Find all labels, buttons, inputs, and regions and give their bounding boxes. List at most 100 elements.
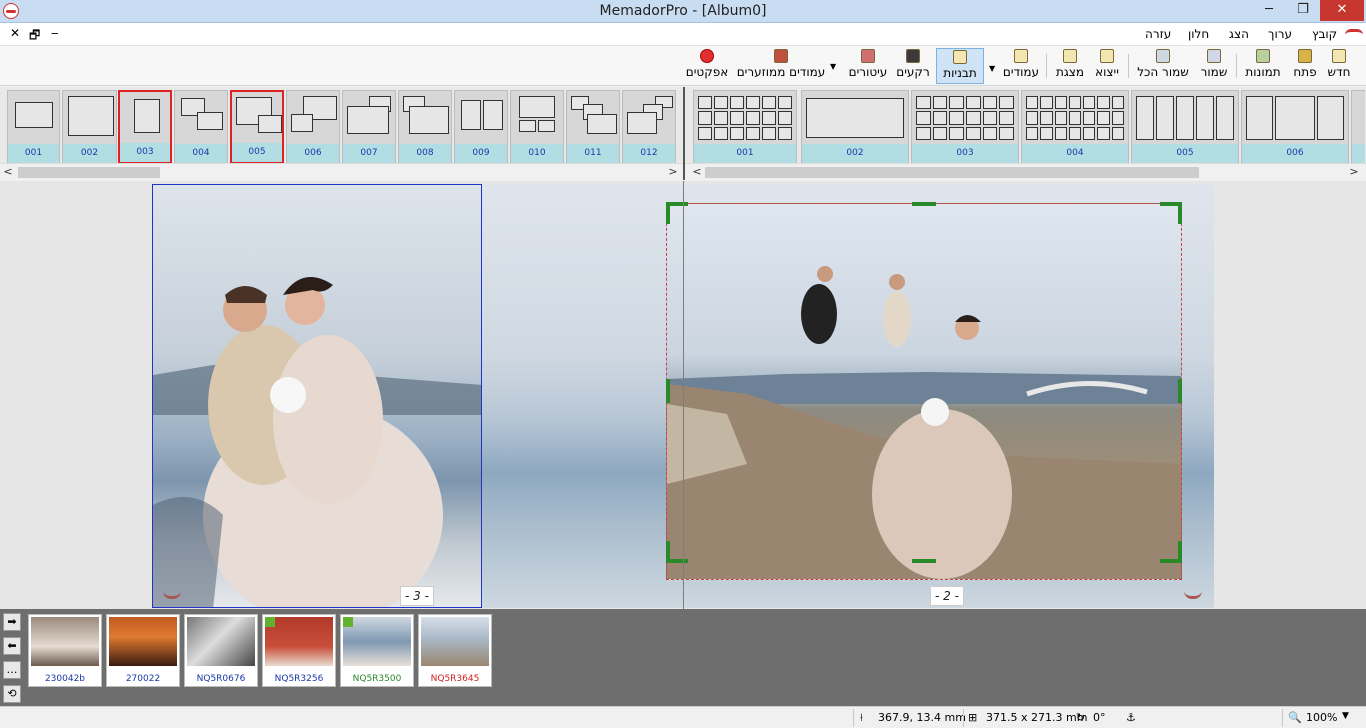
brand-logo-icon xyxy=(1345,29,1363,39)
save-button[interactable]: שמור xyxy=(1196,48,1232,84)
open-button[interactable]: פתח xyxy=(1290,48,1320,84)
page-template-partial[interactable] xyxy=(1351,90,1365,164)
suggested-pages-icon xyxy=(774,49,788,63)
pages-button[interactable]: עמודים xyxy=(1000,48,1042,84)
mdi-close-button[interactable]: ✕ xyxy=(10,26,20,40)
mdi-minimize-button[interactable]: ‒ xyxy=(51,26,59,40)
window-title: MemadorPro - [Album0] xyxy=(599,3,767,19)
export-icon xyxy=(1100,49,1114,63)
layout-tile-002[interactable]: 002 xyxy=(62,90,117,164)
decorations-button[interactable]: עיטורים xyxy=(846,48,890,84)
pages-scrollbar[interactable]: < > xyxy=(685,163,1366,180)
lock-icon: ⚓ xyxy=(1126,711,1136,724)
position-readout: 367.9, 13.4 mm xyxy=(878,711,966,724)
decorations-dropdown-arrow-icon[interactable]: ▼ xyxy=(830,62,836,71)
layout-tile-004[interactable]: 004 xyxy=(174,90,228,164)
photos-button[interactable]: תמונות xyxy=(1240,48,1286,84)
crop-handle[interactable] xyxy=(912,559,936,563)
position-icon: ⟊ xyxy=(860,711,863,724)
scroll-right-icon[interactable]: > xyxy=(665,164,681,180)
rotate-icon[interactable]: ⟲ xyxy=(3,685,21,703)
layout-tile-010[interactable]: 010 xyxy=(510,90,564,164)
crop-handle[interactable] xyxy=(1178,202,1182,224)
zoom-dropdown-icon[interactable]: ▼ xyxy=(1342,711,1349,721)
page-template-002[interactable]: 002 xyxy=(801,90,909,164)
scroll-left-icon[interactable]: < xyxy=(689,164,705,180)
left-page-number: - 3 - xyxy=(400,586,434,606)
crop-handle[interactable] xyxy=(912,202,936,206)
rotation-readout: 0° xyxy=(1093,711,1106,724)
left-page-photo[interactable] xyxy=(152,184,482,608)
photo-thumbnail[interactable]: 270022 xyxy=(106,614,180,687)
menu-view[interactable]: הצג xyxy=(1229,27,1249,41)
layout-tile-007[interactable]: 007 xyxy=(342,90,396,164)
status-separator xyxy=(853,709,854,727)
save-all-icon xyxy=(1156,49,1170,63)
layouts-scroll-thumb[interactable] xyxy=(18,167,160,178)
pages-dropdown-arrow-icon[interactable]: ▼ xyxy=(989,64,995,73)
mdi-restore-button[interactable]: 🗗 xyxy=(29,26,40,47)
photo-tray: ➡ ⬅ … ⟲ 230042b 270022 NQ5R0676 NQ5R3256… xyxy=(0,609,1366,706)
crop-handle[interactable] xyxy=(666,379,670,403)
effects-button[interactable]: אפקטים xyxy=(682,48,732,84)
crop-handle[interactable] xyxy=(666,541,670,563)
save-icon xyxy=(1207,49,1221,63)
layouts-scrollbar[interactable]: < > xyxy=(0,163,683,180)
suggested-pages-button[interactable]: עמודים ממוזערים xyxy=(736,48,826,84)
backgrounds-button[interactable]: רקעים xyxy=(894,48,932,84)
export-button[interactable]: ייצוא xyxy=(1092,48,1122,84)
used-badge-icon xyxy=(343,617,353,627)
menu-window[interactable]: חלון xyxy=(1188,27,1209,41)
close-button[interactable]: ✕ xyxy=(1320,0,1364,21)
pages-scroll-thumb[interactable] xyxy=(705,167,1199,178)
toolbar-separator xyxy=(1236,54,1237,78)
photo-thumbnail[interactable]: NQ5R3256 xyxy=(262,614,336,687)
next-arrow-icon[interactable]: ➡ xyxy=(3,613,21,631)
menu-file[interactable]: קובץ xyxy=(1312,27,1337,41)
pages-icon xyxy=(1014,49,1028,63)
layout-tile-003[interactable]: 003 xyxy=(118,90,172,164)
status-separator xyxy=(963,709,964,727)
crop-handle[interactable] xyxy=(1178,379,1182,403)
maximize-button[interactable]: ❐ xyxy=(1286,0,1320,21)
new-button[interactable]: חדש xyxy=(1325,48,1353,84)
menu-bar: ✕ 🗗 ‒ קובץ ערוך הצג חלון עזרה xyxy=(0,23,1366,46)
layout-tile-006[interactable]: 006 xyxy=(286,90,340,164)
layout-tile-005[interactable]: 005 xyxy=(230,90,284,164)
page-template-004[interactable]: 004 xyxy=(1021,90,1129,164)
right-page-photo[interactable] xyxy=(666,203,1182,580)
crop-handle[interactable] xyxy=(1178,541,1182,563)
layout-tile-008[interactable]: 008 xyxy=(398,90,452,164)
minimize-button[interactable]: ─ xyxy=(1252,0,1286,21)
photo-thumbnail[interactable]: NQ5R3500 xyxy=(340,614,414,687)
size-readout: 371.5 x 271.3 mm xyxy=(986,711,1088,724)
crop-handle[interactable] xyxy=(666,202,670,224)
photo-thumbnail[interactable]: NQ5R3645 xyxy=(418,614,492,687)
scroll-right-icon[interactable]: > xyxy=(1346,164,1362,180)
page-template-001[interactable]: 001 xyxy=(693,90,797,164)
layout-tile-001[interactable]: 001 xyxy=(7,90,60,164)
photo-thumbnail[interactable]: NQ5R0676 xyxy=(184,614,258,687)
more-icon[interactable]: … xyxy=(3,661,21,679)
layout-tile-011[interactable]: 011 xyxy=(566,90,620,164)
scroll-left-icon[interactable]: < xyxy=(0,164,16,180)
zoom-icon: 🔍 xyxy=(1288,711,1302,724)
presentation-icon xyxy=(1063,49,1077,63)
page-template-006[interactable]: 006 xyxy=(1241,90,1349,164)
templates-button[interactable]: תבניות xyxy=(936,48,984,84)
templates-icon xyxy=(953,50,967,64)
zoom-level[interactable]: 100% xyxy=(1306,711,1337,724)
menu-edit[interactable]: ערוך xyxy=(1268,27,1292,41)
prev-arrow-icon[interactable]: ⬅ xyxy=(3,637,21,655)
effects-icon xyxy=(700,49,714,63)
page-template-003[interactable]: 003 xyxy=(911,90,1019,164)
toolbar-separator xyxy=(1128,54,1129,78)
presentation-button[interactable]: מצגת xyxy=(1052,48,1088,84)
page-template-005[interactable]: 005 xyxy=(1131,90,1239,164)
layout-tile-009[interactable]: 009 xyxy=(454,90,508,164)
layout-tile-012[interactable]: 012 xyxy=(622,90,676,164)
photos-icon xyxy=(1256,49,1270,63)
menu-help[interactable]: עזרה xyxy=(1145,27,1171,41)
photo-thumbnail[interactable]: 230042b xyxy=(28,614,102,687)
save-all-button[interactable]: שמור הכל xyxy=(1132,48,1194,84)
